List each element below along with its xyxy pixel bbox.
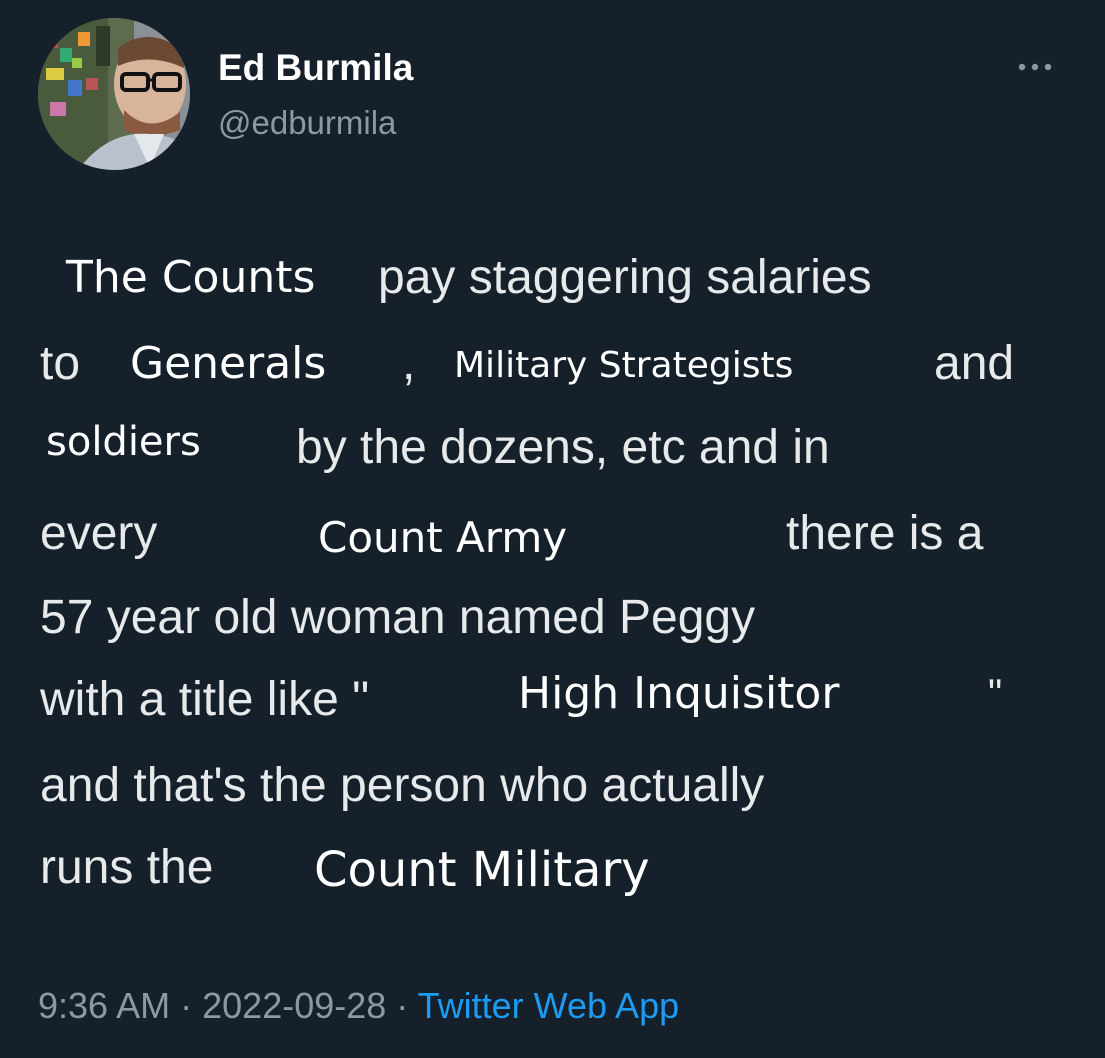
tweet-text-fragment: " [988, 672, 1003, 716]
tweet-date[interactable]: 2022-09-28 [202, 985, 386, 1026]
author-handle[interactable]: @edburmila [218, 102, 396, 144]
tweet-text-fragment: and that's the person who actually [40, 759, 765, 812]
tweet-text-fragment: The Counts [66, 252, 316, 303]
tweet-text-fragment: with a title like " [40, 673, 370, 726]
tweet-time[interactable]: 9:36 AM [38, 985, 170, 1026]
tweet-text-fragment: Count Military [314, 842, 650, 898]
tweet-text-fragment: pay staggering salaries [378, 251, 872, 304]
tweet-text-fragment: Generals [130, 338, 327, 389]
tweet-text-fragment: to [40, 337, 81, 390]
tweet-meta: 9:36 AM · 2022-09-28 · Twitter Web App [38, 978, 679, 1034]
author-display-name[interactable]: Ed Burmila [218, 46, 413, 90]
more-options-button[interactable] [1010, 52, 1060, 82]
tweet-text-fragment: 57 year old woman named Peggy [40, 591, 756, 644]
more-horizontal-icon [1018, 63, 1052, 71]
tweet-text-fragment: every [40, 507, 158, 560]
meta-separator: · [396, 985, 409, 1026]
tweet-text-fragment: Military Strategists [454, 345, 794, 386]
tweet-card: Ed Burmila @edburmila The Counts pay sta… [0, 0, 1105, 1058]
tweet-source-link[interactable]: Twitter Web App [418, 985, 679, 1026]
tweet-text-fragment: runs the [40, 841, 214, 894]
tweet-text-fragment: Count Army [318, 513, 568, 562]
avatar[interactable] [38, 18, 190, 170]
tweet-text-fragment: soldiers [46, 419, 201, 465]
tweet-text-fragment: High Inquisitor [518, 668, 840, 719]
avatar-image [38, 18, 190, 170]
meta-separator: · [180, 985, 193, 1026]
tweet-text-fragment: , [402, 337, 416, 390]
tweet-text-fragment: there is a [786, 507, 984, 560]
tweet-text-fragment: by the dozens, etc and in [296, 421, 830, 474]
tweet-text-fragment: and [934, 337, 1015, 390]
